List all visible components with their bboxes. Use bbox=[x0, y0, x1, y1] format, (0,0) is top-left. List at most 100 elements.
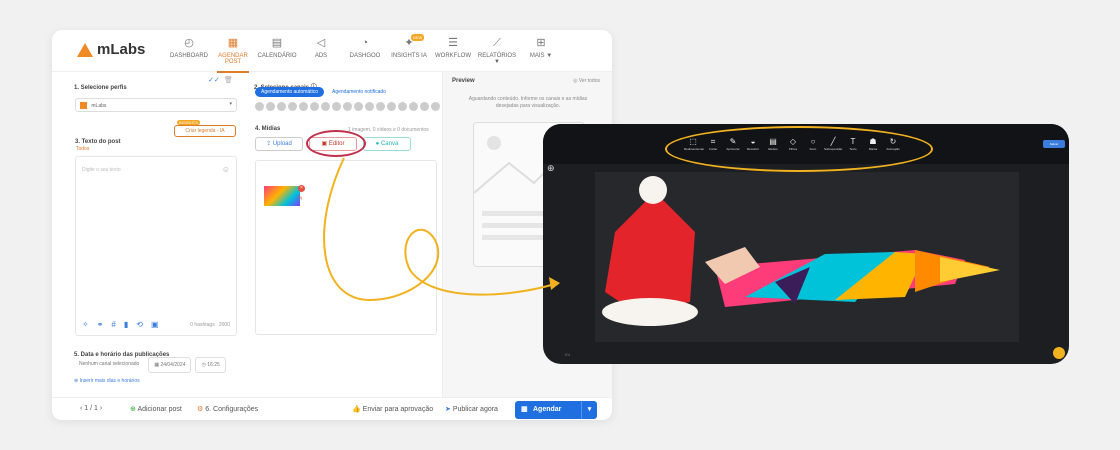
chevron-right-icon[interactable]: › bbox=[98, 405, 102, 412]
calendar-icon: ▦ bbox=[521, 406, 528, 413]
channel-icon[interactable] bbox=[288, 102, 297, 111]
zoom-icon[interactable]: ⊕ bbox=[547, 163, 555, 174]
text-tools: ✧ ⚭ # ▮ ⟲ ▣ bbox=[82, 320, 159, 329]
toolbar-highlight-ring bbox=[665, 126, 933, 172]
channel-icon[interactable] bbox=[431, 102, 440, 111]
upload-icon: ⇪ bbox=[266, 141, 272, 147]
document-icon[interactable]: ▮ bbox=[124, 320, 128, 329]
repeat-icon[interactable]: ⟲ bbox=[136, 320, 143, 329]
chevron-down-icon[interactable]: ▾ bbox=[581, 401, 597, 419]
upload-button[interactable]: ⇪ Upload bbox=[255, 137, 303, 151]
no-channel-text: Nenhum canal selecionado bbox=[79, 361, 140, 367]
tab-todos[interactable]: Todos bbox=[76, 146, 89, 152]
emoji-icon[interactable]: ☺ bbox=[222, 165, 230, 174]
nav-dashgoo[interactable]: ◔ DASHGOO bbox=[343, 36, 387, 65]
edit-media-icon[interactable]: ✎ bbox=[298, 195, 303, 202]
publish-now-button[interactable]: ➤ Publicar agora bbox=[445, 405, 498, 413]
nav-agendar-post[interactable]: ▦ AGENDAR POST bbox=[211, 36, 255, 73]
canvas-illustration bbox=[602, 176, 1000, 326]
media-thumbnail[interactable] bbox=[264, 186, 300, 206]
dashboard-icon: ◴ bbox=[184, 37, 194, 49]
magic-icon[interactable]: ✧ bbox=[82, 320, 89, 329]
channel-icon[interactable] bbox=[266, 102, 275, 111]
preview-message: Aguardando conteúdo. Informe os canais e… bbox=[468, 96, 588, 109]
nav-calendario[interactable]: ▤ CALENDÁRIO bbox=[255, 36, 299, 65]
settings-button[interactable]: ⚙ 6. Configurações bbox=[197, 405, 258, 413]
media-label: 4. Mídias bbox=[255, 126, 281, 132]
logo-text: mLabs bbox=[97, 41, 146, 58]
gear-icon: ⚙ bbox=[197, 406, 206, 413]
date-field[interactable]: ▦ 24/04/2024 bbox=[148, 357, 192, 373]
nav-relatorios[interactable]: ⟋ RELATÓRIOS ▼ bbox=[475, 36, 519, 65]
link-icon[interactable]: ⚭ bbox=[97, 320, 104, 329]
pie-chart-icon: ◔ bbox=[361, 37, 369, 49]
channel-icon[interactable] bbox=[365, 102, 374, 111]
nav-mais[interactable]: ⊞ MAIS ▼ bbox=[519, 36, 563, 65]
send-approval-button[interactable]: 👍 Enviar para aprovação bbox=[352, 405, 433, 413]
add-post-button[interactable]: ⊕ Adicionar post bbox=[130, 405, 182, 413]
channel-icon[interactable] bbox=[398, 102, 407, 111]
tab-agendamento-automatico[interactable]: Agendamento automático bbox=[255, 87, 324, 97]
nav-ads[interactable]: ◁ ADS bbox=[299, 36, 343, 65]
pagination[interactable]: ‹ 1 / 1 › bbox=[80, 405, 102, 412]
avatar bbox=[80, 102, 87, 109]
post-text-input[interactable]: Digite o seu texto ☺ ✧ ⚭ # ▮ ⟲ ▣ 0 hasht… bbox=[75, 156, 237, 336]
editor-toolbar: ⬚ Redimensionar ⌗ Cortar ✎ Aprimorar ◒ Recol… bbox=[543, 124, 1069, 172]
image-icon[interactable]: ▣ bbox=[151, 320, 159, 329]
save-button[interactable]: Salvar bbox=[1043, 140, 1065, 148]
channel-icon[interactable] bbox=[343, 102, 352, 111]
trash-icon[interactable]: 🗑 bbox=[224, 76, 233, 84]
calendar-icon: ▤ bbox=[271, 37, 283, 49]
chat-bubble-icon[interactable] bbox=[1053, 347, 1065, 359]
channel-icon[interactable] bbox=[420, 102, 429, 111]
canva-button[interactable]: ● Canva bbox=[363, 137, 411, 151]
add-more-dates-link[interactable]: ⊕ Inserir mais dias e horários bbox=[74, 378, 140, 384]
logo[interactable]: mLabs bbox=[77, 41, 145, 58]
editor-footer: Ed bbox=[565, 352, 570, 357]
channel-icon[interactable] bbox=[299, 102, 308, 111]
hashtag-icon[interactable]: # bbox=[111, 320, 115, 329]
time-field[interactable]: ◷ 16:25 bbox=[195, 357, 226, 373]
new-badge: NEW bbox=[411, 34, 425, 41]
media-area: × ✎ bbox=[255, 160, 437, 335]
channel-icon[interactable] bbox=[376, 102, 385, 111]
schedule-button[interactable]: ▦ Agendar ▾ bbox=[515, 401, 597, 419]
editor-canvas[interactable] bbox=[595, 172, 1019, 342]
channel-icon[interactable] bbox=[354, 102, 363, 111]
image-editor-window: ⬚ Redimensionar ⌗ Cortar ✎ Aprimorar ◒ Recol… bbox=[543, 124, 1069, 364]
remove-media-icon[interactable]: × bbox=[298, 185, 305, 192]
nav-workflow[interactable]: ☰ WORKFLOW bbox=[431, 36, 475, 65]
channel-icon[interactable] bbox=[332, 102, 341, 111]
text-counts: 0 hashtags 2000 bbox=[190, 322, 230, 328]
megaphone-icon: ◁ bbox=[316, 37, 326, 49]
lightbulb-icon: ✦ bbox=[404, 37, 414, 49]
text-label: 3. Texto do post bbox=[75, 139, 121, 145]
media-count: 1 imagem, 0 vídeos e 0 documentos bbox=[348, 127, 429, 133]
nav-dashboard[interactable]: ◴ DASHBOARD bbox=[167, 36, 211, 65]
main-nav: ◴ DASHBOARD ▦ AGENDAR POST ▤ CALENDÁRIO ◁ AD… bbox=[167, 34, 563, 73]
profile-select[interactable]: mLabs ▾ bbox=[75, 98, 237, 112]
canva-icon: ● bbox=[375, 141, 380, 147]
line-chart-icon: ⟋ bbox=[493, 37, 501, 49]
chevron-down-icon: ▾ bbox=[229, 101, 232, 107]
channel-icon[interactable] bbox=[310, 102, 319, 111]
post-scheduler-card: mLabs ◴ DASHBOARD ▦ AGENDAR POST ▤ CALENDÁR… bbox=[52, 30, 612, 420]
channel-icon[interactable] bbox=[255, 102, 264, 111]
top-nav-bar: mLabs ◴ DASHBOARD ▦ AGENDAR POST ▤ CALENDÁR… bbox=[52, 30, 612, 73]
nav-insights-ia[interactable]: ✦ INSIGHTS IA NEW bbox=[387, 34, 431, 65]
thumbs-up-icon: 👍 bbox=[352, 406, 363, 413]
editor-highlight-ring bbox=[306, 130, 366, 157]
channel-icon[interactable] bbox=[387, 102, 396, 111]
channel-icon[interactable] bbox=[321, 102, 330, 111]
bottom-action-bar: ‹ 1 / 1 › ⊕ Adicionar post ⚙ 6. Configur… bbox=[52, 397, 612, 420]
create-caption-ai-button[interactable]: Criar legenda - IA bbox=[174, 125, 236, 137]
grid-icon: ⊞ bbox=[536, 37, 546, 49]
channel-icon[interactable] bbox=[277, 102, 286, 111]
profiles-label: 1. Selecione perfis bbox=[74, 85, 127, 91]
date-fields: Nenhum canal selecionado ▦ 24/04/2024 ◷ … bbox=[74, 357, 226, 373]
channel-icon[interactable] bbox=[409, 102, 418, 111]
tab-agendamento-notificado[interactable]: Agendamento notificado bbox=[326, 87, 392, 97]
double-check-icon[interactable]: ✓✓ bbox=[208, 76, 220, 84]
see-all-link[interactable]: ◎ Ver todos bbox=[573, 78, 600, 84]
checklist-icon: ☰ bbox=[448, 37, 458, 49]
